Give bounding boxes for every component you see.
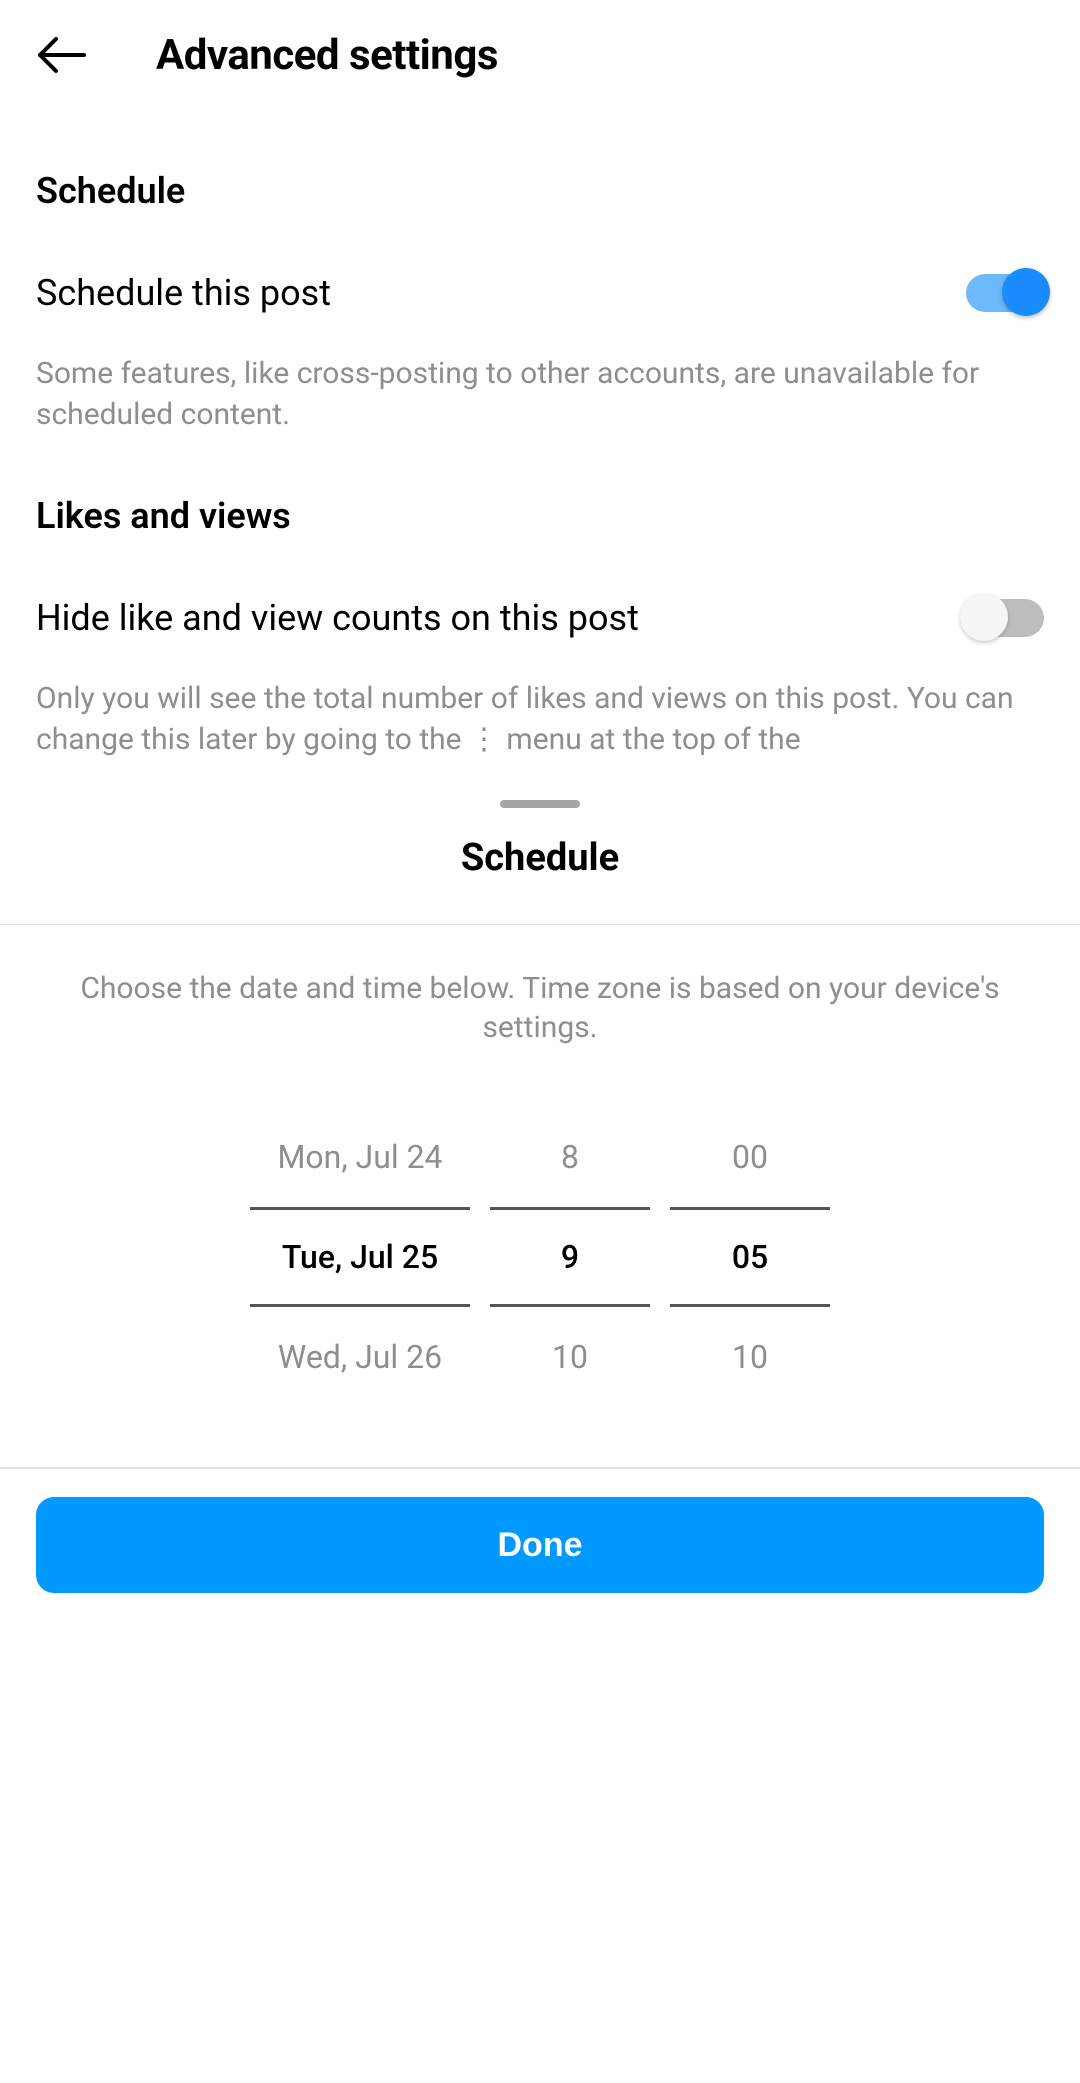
date-selected[interactable]: Tue, Jul 25 (250, 1207, 470, 1307)
section-title-likes: Likes and views (36, 495, 1044, 537)
likes-section: Likes and views Hide like and view count… (0, 495, 1080, 760)
hide-counts-label: Hide like and view counts on this post (36, 597, 639, 639)
minute-prev[interactable]: 00 (670, 1107, 830, 1207)
sheet-description: Choose the date and time below. Time zon… (0, 925, 1080, 1107)
hide-counts-toggle[interactable] (966, 599, 1044, 637)
done-button[interactable]: Done (36, 1497, 1044, 1593)
minute-column[interactable]: 00 05 10 (670, 1107, 830, 1407)
toggle-knob (1002, 268, 1050, 316)
hour-next[interactable]: 10 (490, 1307, 650, 1407)
back-button[interactable] (36, 30, 86, 80)
arrow-left-icon (36, 35, 86, 75)
date-prev[interactable]: Mon, Jul 24 (250, 1107, 470, 1207)
header: Advanced settings (0, 0, 1080, 110)
sheet-title: Schedule (0, 836, 1080, 880)
page-title: Advanced settings (156, 31, 498, 80)
hide-counts-description: Only you will see the total number of li… (36, 679, 1044, 760)
hour-column[interactable]: 8 9 10 (490, 1107, 650, 1407)
schedule-post-label: Schedule this post (36, 272, 331, 314)
schedule-post-row: Schedule this post (36, 272, 1044, 314)
schedule-post-description: Some features, like cross-posting to oth… (36, 354, 1044, 435)
hour-prev[interactable]: 8 (490, 1107, 650, 1207)
section-title-schedule: Schedule (36, 170, 1044, 212)
schedule-post-toggle[interactable] (966, 274, 1044, 312)
schedule-sheet: Schedule Choose the date and time below.… (0, 800, 1080, 1468)
datetime-picker: Mon, Jul 24 Tue, Jul 25 Wed, Jul 26 8 9 … (0, 1107, 1080, 1467)
hide-counts-row: Hide like and view counts on this post (36, 597, 1044, 639)
toggle-knob (960, 593, 1008, 641)
schedule-section: Schedule Schedule this post Some feature… (0, 170, 1080, 435)
date-column[interactable]: Mon, Jul 24 Tue, Jul 25 Wed, Jul 26 (250, 1107, 470, 1407)
sheet-drag-handle[interactable] (500, 800, 580, 808)
date-next[interactable]: Wed, Jul 26 (250, 1307, 470, 1407)
hour-selected[interactable]: 9 (490, 1207, 650, 1307)
minute-next[interactable]: 10 (670, 1307, 830, 1407)
footer: Done (0, 1468, 1080, 1629)
minute-selected[interactable]: 05 (670, 1207, 830, 1307)
